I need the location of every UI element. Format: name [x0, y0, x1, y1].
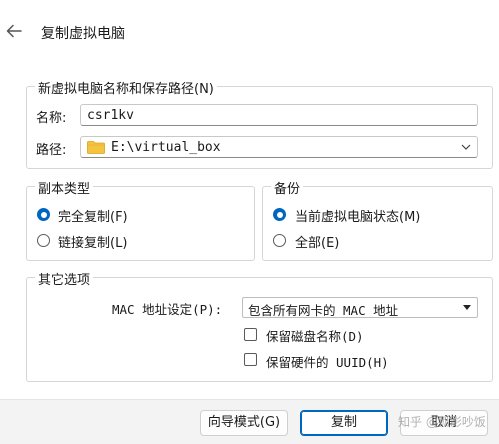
path-label: 路径:	[36, 143, 67, 158]
full-clone-label[interactable]: 完全复制(F)	[58, 206, 128, 225]
keep-disk-names-label[interactable]: 保留磁盘名称(D)	[266, 326, 364, 345]
snapshot-group-title: 备份	[271, 178, 304, 197]
clone-type-group-title: 副本类型	[35, 178, 94, 197]
all-snapshots-radio[interactable]	[273, 234, 286, 247]
current-state-label[interactable]: 当前虚拟电脑状态(M)	[295, 206, 420, 225]
keep-hardware-uuids-checkbox[interactable]	[244, 353, 257, 366]
keep-disk-names-checkbox[interactable]	[244, 328, 257, 341]
watermark: 知乎 @孤影吵饭	[398, 415, 486, 429]
chevron-down-icon[interactable]	[461, 143, 471, 151]
expert-mode-button[interactable]: 向导模式(G)	[200, 410, 288, 436]
all-snapshots-label[interactable]: 全部(E)	[295, 232, 339, 251]
keep-hardware-uuids-label[interactable]: 保留硬件的 UUID(H)	[266, 352, 389, 371]
other-options-group	[26, 277, 493, 382]
mac-policy-value: 包含所有网卡的 MAC 地址	[248, 303, 399, 318]
name-label: 名称:	[36, 111, 67, 126]
folder-icon	[87, 141, 105, 154]
linked-clone-radio[interactable]	[37, 234, 50, 247]
full-clone-radio[interactable]	[37, 208, 50, 221]
linked-clone-label[interactable]: 链接复制(L)	[58, 232, 127, 251]
mac-policy-select[interactable]: 包含所有网卡的 MAC 地址	[242, 297, 478, 318]
name-input[interactable]: csr1kv	[80, 104, 478, 126]
name-path-group-title: 新虚拟电脑名称和保存路径(N)	[35, 78, 217, 97]
dialog-title: 复制虚拟电脑	[41, 26, 125, 42]
path-combobox[interactable]: E:\virtual_box	[80, 136, 478, 158]
mac-policy-label: MAC 地址设定(P):	[112, 302, 223, 317]
clone-button[interactable]: 复制	[300, 410, 388, 436]
name-input-value: csr1kv	[87, 108, 134, 123]
current-state-radio[interactable]	[273, 208, 286, 221]
back-arrow-icon[interactable]	[6, 24, 22, 38]
dropdown-arrow-icon	[463, 305, 471, 310]
other-options-group-title: 其它选项	[35, 269, 94, 288]
path-value: E:\virtual_box	[111, 140, 221, 155]
